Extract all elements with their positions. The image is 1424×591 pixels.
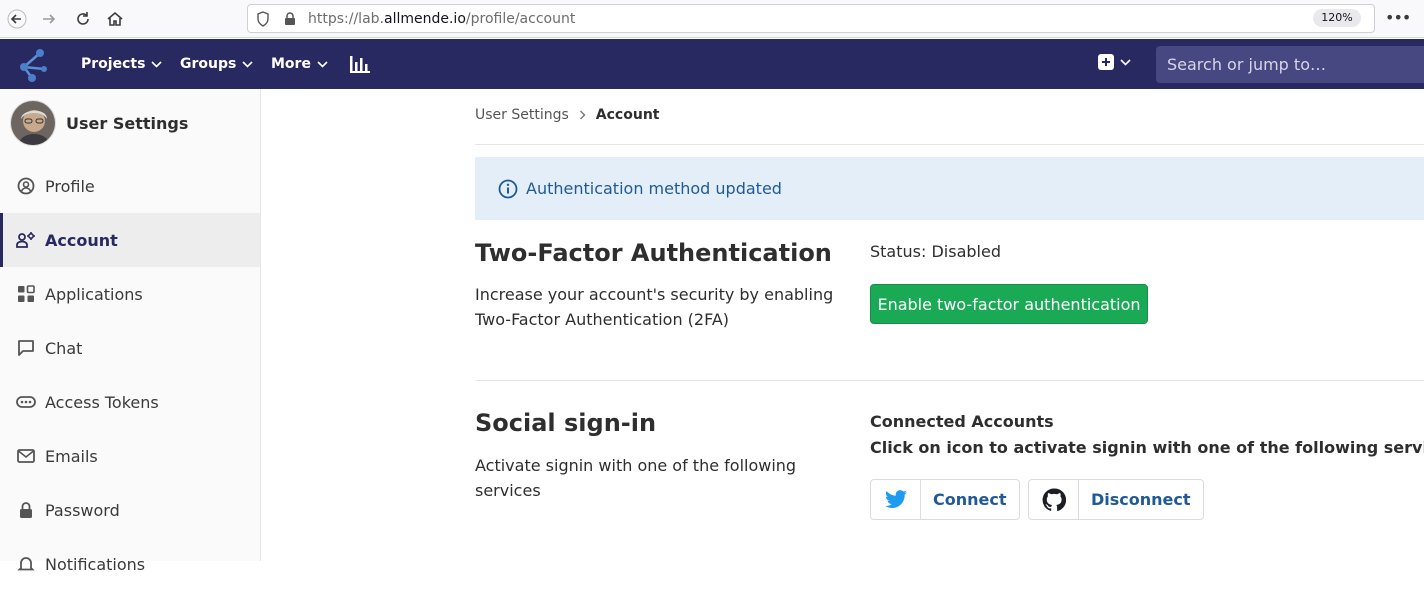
zoom-badge[interactable]: 120% (1313, 9, 1361, 27)
info-icon (498, 179, 518, 198)
token-icon (16, 392, 36, 412)
url-bar[interactable]: https://lab.allmende.io/profile/account (247, 4, 1375, 33)
lock-icon (285, 12, 295, 25)
home-icon (107, 11, 123, 26)
avatar[interactable] (10, 100, 56, 146)
reload-icon (77, 12, 89, 25)
social-signin-title: Social sign-in (475, 409, 657, 437)
account-icon (16, 230, 36, 250)
chat-icon (16, 338, 36, 358)
nav-projects[interactable]: Projects (81, 39, 162, 89)
chevron-down-icon (242, 60, 253, 68)
chevron-down-icon (1120, 58, 1131, 66)
sidebar-item-applications[interactable]: Applications (0, 267, 260, 321)
browser-toolbar: https://lab.allmende.io/profile/account … (0, 0, 1424, 38)
chevron-right-icon (579, 110, 586, 120)
connected-accounts-subtitle: Click on icon to activate signin with on… (870, 438, 1424, 457)
two-factor-description: Increase your account's security by enab… (475, 285, 834, 329)
twitter-provider[interactable]: Connect (870, 479, 1020, 520)
plus-square-icon (1098, 54, 1114, 70)
two-factor-status: Status: Disabled (870, 242, 1001, 261)
logo-icon[interactable] (14, 45, 50, 83)
sidebar-item-label: Notifications (45, 554, 146, 574)
chevron-down-icon (151, 60, 162, 68)
reload-button[interactable] (71, 7, 95, 31)
breadcrumb-parent[interactable]: User Settings (475, 107, 569, 123)
sidebar-item-chat[interactable]: Chat (0, 321, 260, 375)
url-path: /profile/account (465, 11, 576, 27)
sidebar-item-profile[interactable]: Profile (0, 159, 260, 213)
sidebar-title: User Settings (66, 113, 189, 133)
breadcrumb: User Settings Account (475, 107, 659, 123)
sidebar-item-notifications[interactable]: Notifications (0, 537, 260, 591)
mail-icon (16, 446, 36, 466)
applications-icon (16, 284, 36, 304)
activity-chart-icon[interactable] (349, 54, 371, 74)
breadcrumb-current[interactable]: Account (596, 107, 660, 123)
two-factor-title: Two-Factor Authentication (475, 239, 832, 267)
sidebar-item-account[interactable]: Account (0, 213, 260, 267)
lock-icon (16, 500, 36, 520)
flash-notice: Authentication method updated (475, 157, 1424, 220)
new-item-button[interactable] (1098, 54, 1131, 70)
app-header: Projects Groups More (0, 39, 1424, 89)
sidebar-item-label: Applications (45, 284, 143, 304)
nav-groups-label: Groups (180, 56, 237, 72)
nav-projects-label: Projects (81, 56, 146, 72)
avatar-image (11, 101, 55, 145)
search-box (1156, 46, 1424, 83)
github-provider[interactable]: Disconnect (1028, 479, 1204, 520)
sidebar-item-label: Account (45, 230, 118, 250)
divider (475, 144, 1424, 145)
sidebar-item-label: Emails (45, 446, 98, 466)
sidebar-item-label: Profile (45, 176, 95, 196)
sidebar-item-label: Access Tokens (45, 392, 159, 412)
sidebar: User Settings Profile Account Applicatio… (0, 89, 261, 574)
sidebar-item-access-tokens[interactable]: Access Tokens (0, 375, 260, 429)
sidebar-item-label: Chat (45, 338, 83, 358)
back-arrow-icon (7, 9, 27, 29)
bell-icon (16, 554, 36, 574)
search-input[interactable] (1156, 46, 1424, 83)
nav-more-label: More (271, 56, 311, 72)
shield-icon (257, 11, 269, 27)
connected-accounts-title: Connected Accounts (870, 412, 1054, 431)
github-disconnect-link[interactable]: Disconnect (1079, 480, 1203, 519)
sidebar-header: User Settings (10, 100, 188, 146)
url-text: https://lab.allmende.io/profile/account (308, 11, 575, 27)
github-icon (1029, 480, 1079, 519)
sidebar-item-label: Password (45, 500, 120, 520)
home-button[interactable] (103, 7, 127, 31)
sidebar-item-password[interactable]: Password (0, 483, 260, 537)
more-menu-icon[interactable]: ••• (1385, 8, 1411, 27)
chevron-down-icon (317, 60, 328, 68)
enable-two-factor-button[interactable]: Enable two-factor authentication (870, 284, 1148, 324)
sidebar-item-emails[interactable]: Emails (0, 429, 260, 483)
forward-button[interactable] (37, 7, 61, 31)
forward-arrow-icon (43, 14, 56, 24)
nav-groups[interactable]: Groups (180, 39, 253, 89)
url-prefix: https://lab. (308, 11, 384, 27)
flash-message: Authentication method updated (526, 179, 782, 198)
twitter-connect-link[interactable]: Connect (921, 480, 1019, 519)
url-domain: allmende.io (384, 11, 466, 27)
profile-icon (16, 176, 36, 196)
twitter-icon (871, 480, 921, 519)
social-signin-description: Activate signin with one of the followin… (475, 456, 797, 500)
divider (475, 380, 1424, 381)
nav-more[interactable]: More (271, 39, 328, 89)
back-button[interactable] (5, 7, 29, 31)
